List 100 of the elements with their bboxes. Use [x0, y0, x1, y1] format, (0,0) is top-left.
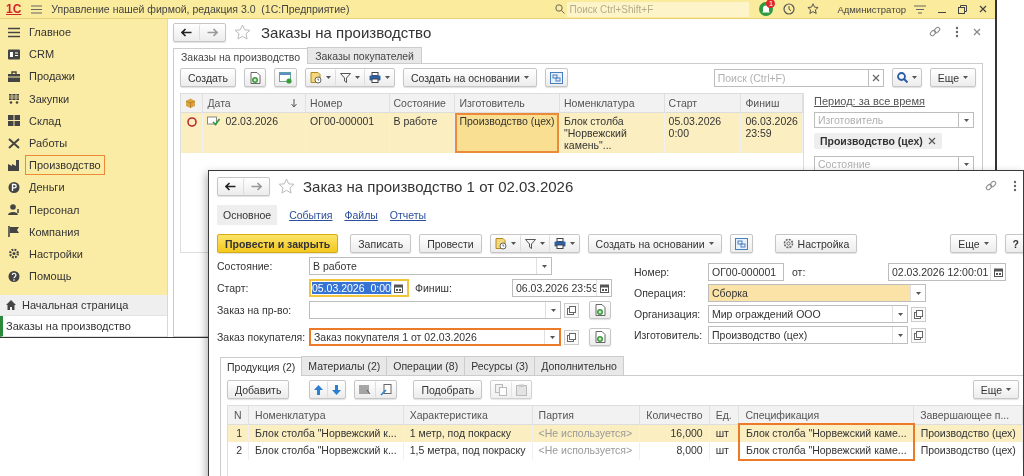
organization-field[interactable]: Мир ограждений ООО	[708, 305, 908, 323]
create-based-on-button[interactable]: Создать на основании	[587, 234, 722, 253]
close-icon[interactable]	[979, 5, 987, 13]
search-field[interactable]: Поиск (Ctrl+F)	[713, 68, 869, 87]
restore-icon[interactable]	[958, 4, 967, 14]
pick-button[interactable]: Подобрать	[413, 380, 483, 399]
column-header[interactable]: Партия	[532, 406, 640, 424]
calendar-button[interactable]	[990, 264, 1005, 280]
tab[interactable]: Операции (8)	[386, 356, 466, 375]
fill-button[interactable]	[589, 301, 611, 319]
start-date-field[interactable]: 05.03.2026 0:00	[309, 279, 409, 297]
nav-link[interactable]: Основное	[217, 205, 278, 225]
open-button[interactable]	[911, 327, 926, 343]
post-button[interactable]: Провести	[419, 234, 482, 253]
caret-icon	[1006, 388, 1011, 391]
sidebar-item[interactable]: Склад	[0, 109, 167, 132]
sidebar-item[interactable]: Компания	[0, 220, 167, 243]
sidebar-item[interactable]: Деньги	[0, 176, 167, 199]
post-and-close-button[interactable]: Провести и закрыть	[217, 234, 339, 253]
search-button[interactable]	[891, 68, 922, 87]
sidebar-item[interactable]: Настройки	[0, 242, 167, 266]
sidebar-item[interactable]: Продажи	[0, 65, 167, 88]
maker-filter-field[interactable]: Изготовитель	[814, 112, 959, 128]
menu-icon[interactable]	[914, 4, 926, 14]
structure-button[interactable]	[544, 68, 568, 87]
open-window-item[interactable]: Начальная страница	[0, 295, 167, 316]
column-header[interactable]: Дата	[202, 94, 306, 112]
link-icon[interactable]	[985, 180, 997, 192]
close-icon[interactable]	[973, 28, 981, 36]
more-icon[interactable]	[1013, 180, 1017, 192]
sidebar-item[interactable]: Работы	[0, 131, 167, 155]
more-button[interactable]: Еще	[950, 234, 997, 253]
more-button[interactable]: Еще	[929, 68, 976, 87]
star-icon[interactable]	[807, 3, 820, 15]
history-icon[interactable]	[783, 3, 796, 15]
tab[interactable]: Продукция (2)	[220, 357, 303, 376]
open-button[interactable]	[564, 329, 579, 345]
star-icon[interactable]	[234, 24, 251, 40]
maker-field[interactable]: Производство (цех)	[708, 326, 908, 344]
structure-button[interactable]	[729, 234, 753, 253]
column-header[interactable]: Состояние	[389, 94, 455, 112]
sidebar-item[interactable]: Персонал	[0, 198, 167, 221]
tab[interactable]: Дополнительно	[534, 356, 624, 375]
column-header[interactable]: Старт	[664, 94, 741, 112]
tab[interactable]: Заказы на производство	[173, 48, 309, 64]
column-header[interactable]: Изготовитель	[454, 94, 560, 112]
sidebar-item[interactable]: Главное	[0, 21, 167, 44]
nav-link[interactable]: События	[289, 209, 333, 221]
close-icon[interactable]	[871, 73, 880, 82]
sidebar-item[interactable]: CRM	[0, 43, 167, 66]
nav-link[interactable]: Файлы	[344, 209, 378, 221]
link-icon[interactable]	[929, 26, 941, 38]
production-order-field[interactable]	[309, 301, 561, 319]
field-label: Состояние:	[217, 260, 274, 272]
open-window-item[interactable]: Заказы на производство	[0, 316, 167, 337]
column-header[interactable]: Номенклатура	[559, 94, 665, 112]
close-icon[interactable]	[927, 137, 936, 145]
date-field[interactable]: 02.03.2026 12:00:01	[888, 263, 1006, 281]
column-header[interactable]: N	[228, 406, 249, 424]
period-link[interactable]: Период: за все время	[814, 95, 974, 108]
column-header[interactable]: Характеристика	[403, 406, 533, 424]
menu-icon[interactable]	[31, 4, 43, 14]
add-button[interactable]: Добавить	[227, 380, 290, 399]
create-button[interactable]: Создать	[180, 68, 236, 87]
column-header[interactable]: Количество	[639, 406, 710, 424]
star-icon[interactable]	[278, 178, 295, 194]
calendar-button[interactable]	[596, 280, 611, 296]
column-header[interactable]: Завершающее п...	[913, 406, 1023, 424]
column-header[interactable]: Ед.	[709, 406, 739, 424]
number-field[interactable]: ОГ00-000001	[708, 263, 784, 281]
tab[interactable]: Заказы покупателей	[307, 47, 422, 63]
help-button[interactable]: ?	[1004, 234, 1023, 253]
fill-button[interactable]	[589, 328, 611, 346]
open-button[interactable]	[911, 306, 926, 322]
global-search-field[interactable]: Поиск Ctrl+Shift+F	[567, 1, 750, 17]
operation-field[interactable]: Сборка	[708, 284, 926, 302]
create-based-on-button[interactable]: Создать на основании	[402, 68, 537, 87]
column-header[interactable]: Финиш	[740, 94, 803, 112]
table-cell: Блок столба "Норвежский каме...	[738, 424, 914, 442]
tab[interactable]: Ресурсы (3)	[464, 356, 536, 375]
column-header[interactable]: Номер	[305, 94, 389, 112]
user-name[interactable]: Администратор	[837, 3, 906, 15]
filter-tag[interactable]: Производство (цех)	[814, 133, 942, 149]
sidebar-item[interactable]: Закупки	[0, 87, 167, 110]
add-document-button[interactable]	[243, 68, 266, 87]
open-button[interactable]	[564, 302, 579, 318]
more-icon[interactable]	[955, 26, 959, 38]
sidebar-item[interactable]: Помощь	[0, 265, 167, 288]
column-header[interactable]: Спецификация	[738, 406, 914, 424]
calendar-button[interactable]	[390, 281, 406, 295]
more-button[interactable]: Еще	[972, 380, 1019, 399]
settings-button[interactable]: Настройка	[774, 234, 858, 253]
state-field[interactable]: В работе	[309, 257, 552, 275]
nav-link[interactable]: Отчеты	[389, 209, 427, 221]
sidebar-item[interactable]: Производство	[0, 154, 167, 177]
customer-order-field[interactable]: Заказ покупателя 1 от 02.03.2026	[309, 328, 561, 346]
tab[interactable]: Материалы (2)	[301, 356, 388, 375]
add-list-button[interactable]	[273, 68, 297, 87]
save-button[interactable]: Записать	[350, 234, 412, 253]
column-header[interactable]: Номенклатура	[248, 406, 404, 424]
